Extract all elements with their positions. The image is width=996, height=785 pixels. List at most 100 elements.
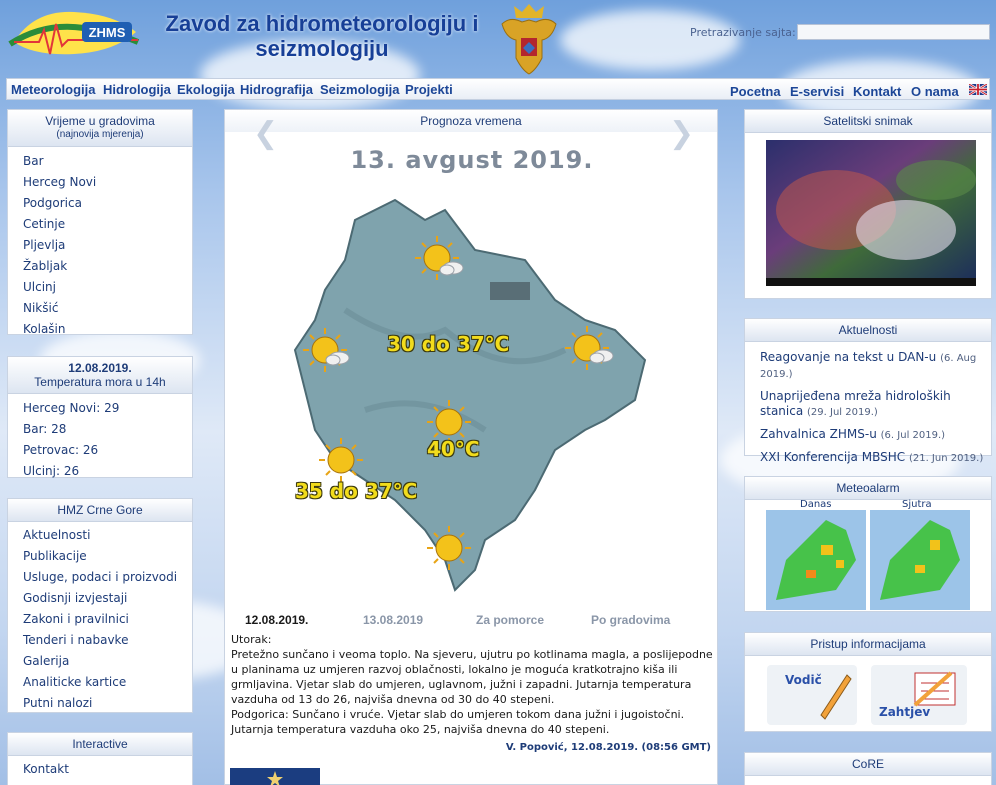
montenegro-map[interactable] [285, 190, 665, 600]
news-item[interactable]: Reagovanje na tekst u DAN-u (6. Aug 2019… [760, 350, 985, 382]
pencil-icon [820, 674, 852, 720]
nav-e-servisi[interactable]: E-servisi [790, 84, 844, 99]
news-item-date: (6. Jul 2019.) [880, 430, 946, 441]
english-flag-icon[interactable] [969, 84, 987, 95]
news-item[interactable]: Zahvalnica ZHMS-u (6. Jul 2019.) [760, 427, 985, 443]
forecast-author: V. Popović, 12.08.2019. (08:56 GMT) [505, 742, 711, 753]
nav-hidrografija[interactable]: Hidrografija [240, 82, 313, 97]
hmz-link[interactable]: Usluge, podaci i proizvodi [23, 567, 192, 588]
zhms-logo[interactable]: ZHMS [4, 2, 144, 62]
nav-meteorologija[interactable]: Meteorologija [11, 82, 96, 97]
access-header: Pristup informacijama [745, 633, 991, 656]
core-header: CoRE [745, 753, 991, 776]
weather-cities-panel: Vrijeme u gradovima (najnovija mjerenja)… [7, 109, 193, 336]
sea-temp-item[interactable]: Herceg Novi: 29 [23, 398, 192, 419]
request-button[interactable]: Zahtjev [871, 665, 967, 725]
checklist-icon [913, 671, 956, 707]
meteoalarm-today-label: Danas [800, 499, 832, 510]
satellite-image[interactable] [766, 140, 976, 286]
forecast-general: Pretežno sunčano i veoma toplo. Na sjeve… [231, 648, 713, 706]
city-link[interactable]: Podgorica [23, 193, 192, 214]
hmz-link[interactable]: Zakoni i pravilnici [23, 609, 192, 630]
site-title: Zavod za hidrometeorologiju i seizmologi… [152, 11, 492, 61]
sea-temp-subtitle: Temperatura mora u 14h [34, 375, 166, 389]
news-item[interactable]: XXI Konferencija MBSHC (21. Jun 2019.) [760, 450, 985, 466]
temp-north: 30 do 37°C [387, 332, 510, 356]
news-panel: Aktuelnosti Reagovanje na tekst u DAN-u … [744, 318, 992, 464]
news-item-text[interactable]: XXI Konferencija MBSHC [760, 450, 905, 464]
forecast-podgorica: Podgorica: Sunčano i vruće. Vjetar slab … [231, 708, 685, 736]
hmz-link[interactable]: Godisnji izvjestaji [23, 588, 192, 609]
core-panel: CoRE [744, 752, 992, 785]
hmz-link[interactable]: Tenderi i nabavke [23, 630, 192, 651]
forecast-text: Utorak: Pretežno sunčano i veoma toplo. … [231, 632, 713, 737]
city-link[interactable]: Kolašin [23, 319, 192, 340]
city-link[interactable]: Žabljak [23, 256, 192, 277]
coat-of-arms-icon [501, 4, 557, 75]
city-link[interactable]: Nikšić [23, 298, 192, 319]
nav-kontakt[interactable]: Kontakt [853, 84, 901, 99]
hmz-link[interactable]: Galerija [23, 651, 192, 672]
nav-o-nama[interactable]: O nama [911, 84, 959, 99]
guide-button[interactable]: Vodič [767, 665, 857, 725]
tab-today[interactable]: 12.08.2019. [245, 613, 308, 627]
hmz-panel: HMZ Crne Gore Aktuelnosti Publikacije Us… [7, 498, 193, 713]
city-link[interactable]: Herceg Novi [23, 172, 192, 193]
sea-temp-date: 12.08.2019. [68, 361, 132, 375]
forecast-panel: Prognoza vremena ❮ ❯ 13. avgust 2019. 30… [224, 109, 718, 785]
hmz-link[interactable]: Analiticke kartice [23, 672, 192, 693]
news-item-text[interactable]: Reagovanje na tekst u DAN-u [760, 350, 936, 364]
temp-center: 40°C [427, 437, 480, 461]
city-link[interactable]: Bar [23, 151, 192, 172]
nav-seizmologija[interactable]: Seizmologija [320, 82, 399, 97]
satellite-header: Satelitski snimak [745, 110, 991, 133]
site-header: ZHMS Zavod za hidrometeorologiju i seizm… [0, 0, 996, 78]
meteoalarm-tomorrow-map[interactable] [870, 510, 970, 610]
main-nav: Meteorologija Hidrologija Ekologija Hidr… [6, 78, 990, 100]
news-item[interactable]: Unaprijeđena mreža hidroloških stanica (… [760, 389, 985, 420]
weather-cities-header: Vrijeme u gradovima (najnovija mjerenja) [8, 110, 192, 147]
city-link[interactable]: Ulcinj [23, 277, 192, 298]
weather-cities-subtitle: (najnovija mjerenja) [56, 129, 144, 140]
tab-tomorrow[interactable]: 13.08.2019 [363, 613, 423, 627]
nav-projekti[interactable]: Projekti [405, 82, 453, 97]
nav-hidrologija[interactable]: Hidrologija [103, 82, 171, 97]
hmz-link[interactable]: Putni nalozi [23, 693, 192, 714]
sea-temp-item[interactable]: Petrovac: 26 [23, 440, 192, 461]
hmz-link[interactable]: Aktuelnosti [23, 525, 192, 546]
sea-temp-header: 12.08.2019. Temperatura mora u 14h [8, 357, 192, 394]
search-label: Pretrazivanje sajta: [690, 26, 796, 39]
meteoalarm-today-map[interactable] [766, 510, 866, 610]
forecast-day: Utorak: [231, 633, 272, 646]
news-item-text[interactable]: Zahvalnica ZHMS-u [760, 427, 877, 441]
star-icon [267, 771, 283, 785]
site-title-line1: Zavod za hidrometeorologiju i [165, 11, 479, 36]
sea-temp-panel: 12.08.2019. Temperatura mora u 14h Herce… [7, 356, 193, 478]
city-link[interactable]: Cetinje [23, 214, 192, 235]
meteoalarm-header: Meteoalarm [745, 477, 991, 500]
site-title-line2: seizmologiju [255, 36, 389, 61]
sea-temp-item[interactable]: Bar: 28 [23, 419, 192, 440]
tab-by-city[interactable]: Po gradovima [591, 613, 670, 627]
forecast-date: 13. avgust 2019. [350, 146, 594, 174]
access-panel: Pristup informacijama Vodič Zahtjev [744, 632, 992, 732]
meteoalarm-panel: Meteoalarm Danas Sjutra [744, 476, 992, 612]
bottom-badge[interactable] [230, 768, 320, 785]
sea-temp-item[interactable]: Ulcinj: 26 [23, 461, 192, 482]
city-link[interactable]: Pljevlja [23, 235, 192, 256]
weather-cities-title: Vrijeme u gradovima [45, 114, 155, 128]
interactive-link[interactable]: Kontakt [23, 759, 192, 780]
temp-coast: 35 do 37°C [295, 479, 418, 503]
hmz-link[interactable]: Publikacije [23, 546, 192, 567]
interactive-panel: Interactive Kontakt [7, 732, 193, 785]
tab-maritime[interactable]: Za pomorce [476, 613, 544, 627]
nav-pocetna[interactable]: Pocetna [730, 84, 781, 99]
news-item-date: (21. Jun 2019.) [908, 453, 984, 464]
nav-ekologija[interactable]: Ekologija [177, 82, 235, 97]
fog-icon [490, 282, 530, 300]
search-input[interactable] [797, 24, 990, 40]
logo-text: ZHMS [89, 25, 126, 40]
forecast-header: Prognoza vremena [225, 110, 717, 132]
hmz-header: HMZ Crne Gore [8, 499, 192, 522]
satellite-panel: Satelitski snimak [744, 109, 992, 299]
